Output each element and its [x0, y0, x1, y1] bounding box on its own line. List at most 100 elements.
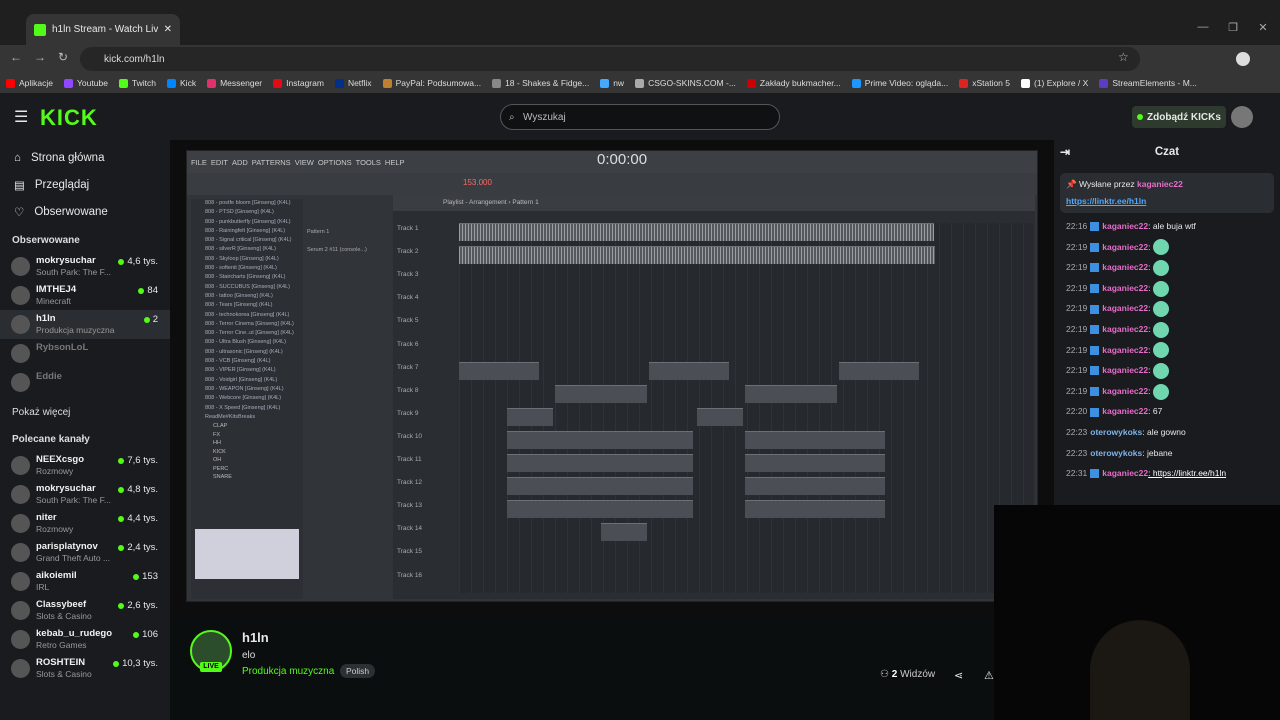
browser-item[interactable]: 808 - tattoo [Ginseng] (K4L): [191, 292, 303, 301]
track-header[interactable]: Track 13: [393, 502, 453, 509]
playlist-clip[interactable]: [745, 454, 885, 472]
track-header[interactable]: Track 2: [393, 248, 453, 255]
browser-item[interactable]: 808 - silverR [Ginseng] (K4L): [191, 245, 303, 254]
daw-menu-options[interactable]: OPTIONS: [318, 158, 352, 167]
bookmark-12[interactable]: Prime Video: ogląda...: [851, 78, 948, 88]
profile-icon[interactable]: [1236, 52, 1250, 66]
daw-menu-add[interactable]: ADD: [232, 158, 248, 167]
bookmark-9[interactable]: nw: [600, 78, 624, 88]
bookmark-13[interactable]: xStation 5: [959, 78, 1010, 88]
browser-item[interactable]: 808 - Skyloop [Ginseng] (K4L): [191, 255, 303, 264]
browser-item[interactable]: 808 - Rainingfelt [Ginseng] (K4L): [191, 227, 303, 236]
search-input[interactable]: ⌕ Wyszukaj: [500, 104, 780, 130]
track-header[interactable]: Track 4: [393, 294, 453, 301]
browser-item[interactable]: 808 - postfe bloom [Ginseng] (K4L): [191, 199, 303, 208]
playlist-clip[interactable]: [507, 477, 693, 496]
track-header[interactable]: Track 7: [393, 364, 453, 371]
playlist-clip[interactable]: [555, 384, 647, 403]
track-header[interactable]: Track 9: [393, 410, 453, 417]
message-user[interactable]: kaganiec22: [1102, 345, 1148, 355]
message-user[interactable]: kaganiec22: [1102, 283, 1148, 293]
bookmark-5[interactable]: Instagram: [273, 78, 324, 88]
pinned-user[interactable]: kaganiec22: [1137, 179, 1183, 189]
browser-item[interactable]: 808 - VIPER [Ginseng] (K4L): [191, 366, 303, 375]
playlist-clip[interactable]: [459, 246, 935, 265]
forward-icon[interactable]: →: [34, 50, 46, 64]
channel-mokrysuchar[interactable]: mokrysuchar South Park: The F... 4,8 tys.: [0, 480, 170, 509]
channel-ROSHTEIN[interactable]: ROSHTEIN Slots & Casino 10,3 tys.: [0, 654, 170, 683]
playlist-clip[interactable]: [459, 223, 697, 241]
browser-item[interactable]: 808 - Voidgirl [Ginseng] (K4L): [191, 376, 303, 385]
channel-Eddie[interactable]: Eddie: [0, 368, 170, 397]
message-user[interactable]: oterowykoks: [1090, 427, 1142, 437]
report-icon[interactable]: ⚠: [984, 669, 994, 682]
channel-mokrysuchar[interactable]: mokrysuchar South Park: The F... 4,6 tys.: [0, 252, 170, 281]
track-header[interactable]: Track 8: [393, 387, 453, 394]
back-icon[interactable]: ←: [10, 50, 22, 64]
browser-item[interactable]: 808 - Staircharts [Ginseng] (K4L): [191, 273, 303, 282]
close-tab-icon[interactable]: ✕: [164, 24, 172, 35]
channel-parisplatynov[interactable]: parisplatynov Grand Theft Auto ... 2,4 tys…: [0, 538, 170, 567]
bookmark-8[interactable]: 18 - Shakes & Fidge...: [492, 78, 589, 88]
message-user[interactable]: kaganiec22: [1102, 365, 1148, 375]
track-header[interactable]: Track 5: [393, 317, 453, 324]
browser-item[interactable]: 808 - PTSD [Ginseng] (K4L): [191, 208, 303, 217]
playlist-clip[interactable]: [507, 430, 693, 449]
playlist-clip[interactable]: [601, 523, 647, 542]
track-header[interactable]: Track 11: [393, 456, 453, 463]
channel-h1ln[interactable]: h1ln Produkcja muzyczna 2: [0, 310, 170, 339]
bookmark-6[interactable]: Netflix: [334, 78, 372, 88]
pinned-link[interactable]: https://linktr.ee/h1ln: [1066, 196, 1268, 206]
bookmark-14[interactable]: (1) Explore / X: [1021, 78, 1088, 88]
browser-item[interactable]: 808 - Webcore [Ginseng] (K4L): [191, 394, 303, 403]
bookmark-0[interactable]: Aplikacje: [6, 78, 53, 88]
message-user[interactable]: kaganiec22: [1102, 221, 1148, 231]
track-header[interactable]: Track 14: [393, 525, 453, 532]
channel-Classybeef[interactable]: Classybeef Slots & Casino 2,6 tys.: [0, 596, 170, 625]
daw-menu-edit[interactable]: EDIT: [211, 158, 228, 167]
bookmark-11[interactable]: Zakłady bukmacher...: [746, 78, 841, 88]
playlist-clip[interactable]: [507, 500, 693, 519]
message-user[interactable]: kaganiec22: [1102, 242, 1148, 252]
nav-1[interactable]: ▤ Przeglądaj: [0, 171, 170, 198]
track-header[interactable]: Track 3: [393, 271, 453, 278]
track-header[interactable]: Track 10: [393, 433, 453, 440]
browser-folder[interactable]: HH: [191, 439, 303, 448]
bookmark-star-icon[interactable]: ☆: [1118, 50, 1129, 64]
browser-folder[interactable]: FX: [191, 431, 303, 440]
message-user[interactable]: kaganiec22: [1102, 468, 1148, 478]
reload-icon[interactable]: ↻: [58, 50, 68, 64]
track-header[interactable]: Track 1: [393, 225, 453, 232]
bookmark-7[interactable]: PayPal: Podsumowa...: [382, 78, 481, 88]
playlist-clip[interactable]: [507, 407, 553, 426]
message-user[interactable]: oterowykoks: [1090, 448, 1142, 458]
menu-icon[interactable]: ☰: [14, 107, 28, 127]
browser-item[interactable]: 808 - VCB [Ginseng] (K4L): [191, 357, 303, 366]
browser-folder[interactable]: PERC: [191, 465, 303, 474]
track-header[interactable]: Track 16: [393, 572, 453, 579]
bookmark-1[interactable]: Youtube: [64, 78, 108, 88]
track-header[interactable]: Track 12: [393, 479, 453, 486]
language-tag[interactable]: Polish: [340, 664, 376, 678]
browser-item[interactable]: 808 - Signal critical [Ginseng] (K4L): [191, 236, 303, 245]
track-header[interactable]: Track 6: [393, 341, 453, 348]
message-user[interactable]: kaganiec22: [1102, 386, 1148, 396]
bookmark-3[interactable]: Kick: [167, 78, 196, 88]
channel-aikoiemil[interactable]: aikoiemil IRL 153: [0, 567, 170, 596]
user-avatar[interactable]: [1231, 106, 1253, 128]
playlist-clip[interactable]: [745, 500, 885, 519]
message-user[interactable]: kaganiec22: [1102, 324, 1148, 334]
close-window-icon[interactable]: ✕: [1252, 16, 1274, 38]
channel-IMTHEJ4[interactable]: IMTHEJ4 Minecraft 84: [0, 281, 170, 310]
bookmark-10[interactable]: CSGO-SKINS.COM -...: [635, 78, 736, 88]
browser-folder[interactable]: KICK: [191, 448, 303, 457]
browser-item[interactable]: 808 - WEAPON [Ginseng] (K4L): [191, 385, 303, 394]
browser-item[interactable]: 808 - SUCCUBUS [Ginseng] (K4L): [191, 283, 303, 292]
playlist-clip[interactable]: [696, 223, 934, 241]
daw-menu-patterns[interactable]: PATTERNS: [252, 158, 291, 167]
browser-tab[interactable]: h1ln Stream - Watch Live on Kick ✕: [26, 14, 180, 45]
browser-item[interactable]: 808 - Terror Cine..ut [Ginseng] (K4L): [191, 329, 303, 338]
daw-menu-help[interactable]: HELP: [385, 158, 405, 167]
minimize-icon[interactable]: —: [1192, 16, 1214, 38]
get-kicks-button[interactable]: Zdobądź KICKs: [1132, 106, 1226, 128]
